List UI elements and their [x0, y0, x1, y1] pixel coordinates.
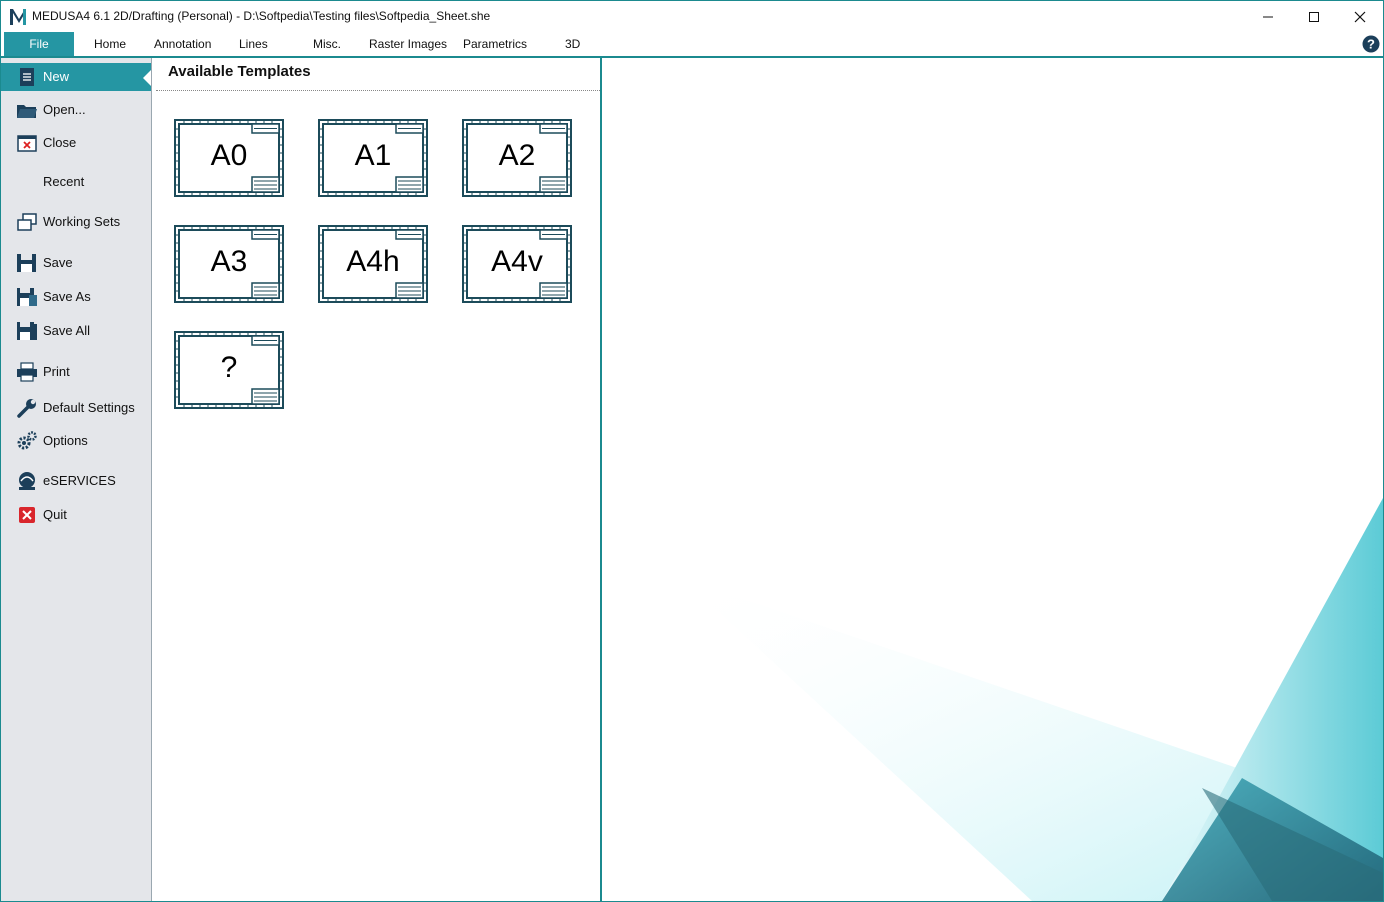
template-label: A2: [498, 139, 536, 172]
window-title: MEDUSA4 6.1 2D/Drafting (Personal) - D:\…: [32, 9, 491, 23]
menu-item-label: Close: [43, 135, 77, 150]
tab-lines[interactable]: Lines: [239, 32, 268, 56]
close-window-button[interactable]: [1337, 1, 1383, 32]
file-menu: New Open... Close Recent Working Sets Sa…: [1, 58, 152, 901]
tab-home[interactable]: Home: [94, 32, 126, 56]
menu-item-close[interactable]: Close: [1, 129, 151, 157]
template-label: A4h: [346, 245, 400, 278]
title-bar: MEDUSA4 6.1 2D/Drafting (Personal) - D:\…: [1, 1, 1383, 32]
template-label: A1: [354, 139, 392, 172]
menu-item-label: Save: [43, 255, 73, 270]
template-custom[interactable]: ?: [174, 331, 284, 409]
menu-item-working-sets[interactable]: Working Sets: [1, 208, 151, 236]
menu-item-label: Save As: [43, 289, 91, 304]
tab-file[interactable]: File: [4, 32, 74, 56]
wrench-icon: [17, 399, 36, 418]
menu-item-save-all[interactable]: Save All: [1, 317, 151, 345]
template-a0[interactable]: A0: [174, 119, 284, 197]
svg-text:?: ?: [1367, 37, 1375, 52]
minimize-icon: [1263, 16, 1273, 17]
menu-item-open[interactable]: Open...: [1, 96, 151, 124]
menu-item-label: eSERVICES: [43, 473, 116, 488]
menu-item-default-settings[interactable]: Default Settings: [1, 394, 151, 422]
quit-icon: [19, 507, 35, 523]
menu-item-label: Quit: [43, 507, 67, 522]
menu-item-save[interactable]: Save: [1, 249, 151, 277]
app-window: MEDUSA4 6.1 2D/Drafting (Personal) - D:\…: [0, 0, 1384, 902]
menu-item-print[interactable]: Print: [1, 358, 151, 386]
menu-item-quit[interactable]: Quit: [1, 501, 151, 529]
tab-annotation[interactable]: Annotation: [154, 32, 211, 56]
menu-item-label: Default Settings: [43, 400, 135, 415]
divider: [156, 90, 600, 91]
menu-item-label: Options: [43, 433, 88, 448]
tab-parametrics[interactable]: Parametrics: [463, 32, 527, 56]
menu-item-new[interactable]: New: [1, 63, 151, 91]
minimize-button[interactable]: [1245, 1, 1291, 32]
template-label: A0: [210, 139, 248, 172]
new-document-icon: [20, 68, 34, 86]
save-icon: [17, 254, 36, 272]
printer-icon: [17, 362, 37, 382]
menu-item-label: Save All: [43, 323, 90, 338]
menu-item-options[interactable]: Options: [1, 427, 151, 455]
eservices-icon: [19, 472, 35, 490]
save-all-icon: [17, 322, 37, 340]
template-label: A3: [210, 245, 248, 278]
working-sets-icon: [17, 213, 37, 231]
menu-item-label: Print: [43, 364, 70, 379]
maximize-icon: [1309, 11, 1319, 22]
maximize-button[interactable]: [1291, 1, 1337, 32]
template-a4v[interactable]: A4v: [462, 225, 572, 303]
template-a3[interactable]: A3: [174, 225, 284, 303]
menu-item-save-as[interactable]: Save As: [1, 283, 151, 311]
medusa-logo-icon: [10, 9, 26, 25]
templates-panel: Available Templates A0 A1 A2 A3 A4h A4v: [152, 58, 602, 901]
template-a4h[interactable]: A4h: [318, 225, 428, 303]
tab-misc[interactable]: Misc.: [313, 32, 341, 56]
tab-raster-images[interactable]: Raster Images: [369, 32, 447, 56]
save-as-icon: [17, 288, 37, 306]
drawing-area: [602, 58, 1383, 901]
close-icon: [1354, 11, 1366, 22]
templates-title: Available Templates: [168, 63, 311, 80]
menu-item-eservices[interactable]: eSERVICES: [1, 467, 151, 495]
menu-item-label: Open...: [43, 102, 86, 117]
menu-item-recent[interactable]: Recent: [1, 168, 151, 196]
template-a1[interactable]: A1: [318, 119, 428, 197]
menu-item-label: Recent: [43, 174, 85, 189]
background-graphic: [682, 498, 1383, 901]
template-label: A4v: [491, 245, 543, 278]
close-document-icon: [17, 135, 37, 152]
open-folder-icon: [17, 105, 37, 118]
menu-item-label: New: [43, 69, 70, 84]
gears-icon: [17, 431, 37, 450]
template-label: ?: [220, 351, 238, 384]
help-icon[interactable]: ?: [1362, 35, 1380, 53]
template-a2[interactable]: A2: [462, 119, 572, 197]
menu-item-label: Working Sets: [43, 214, 121, 229]
ribbon-tab-bar: File Home Annotation Lines Misc. Raster …: [1, 32, 1383, 58]
tab-3d[interactable]: 3D: [565, 32, 580, 56]
active-pointer: [143, 70, 151, 86]
